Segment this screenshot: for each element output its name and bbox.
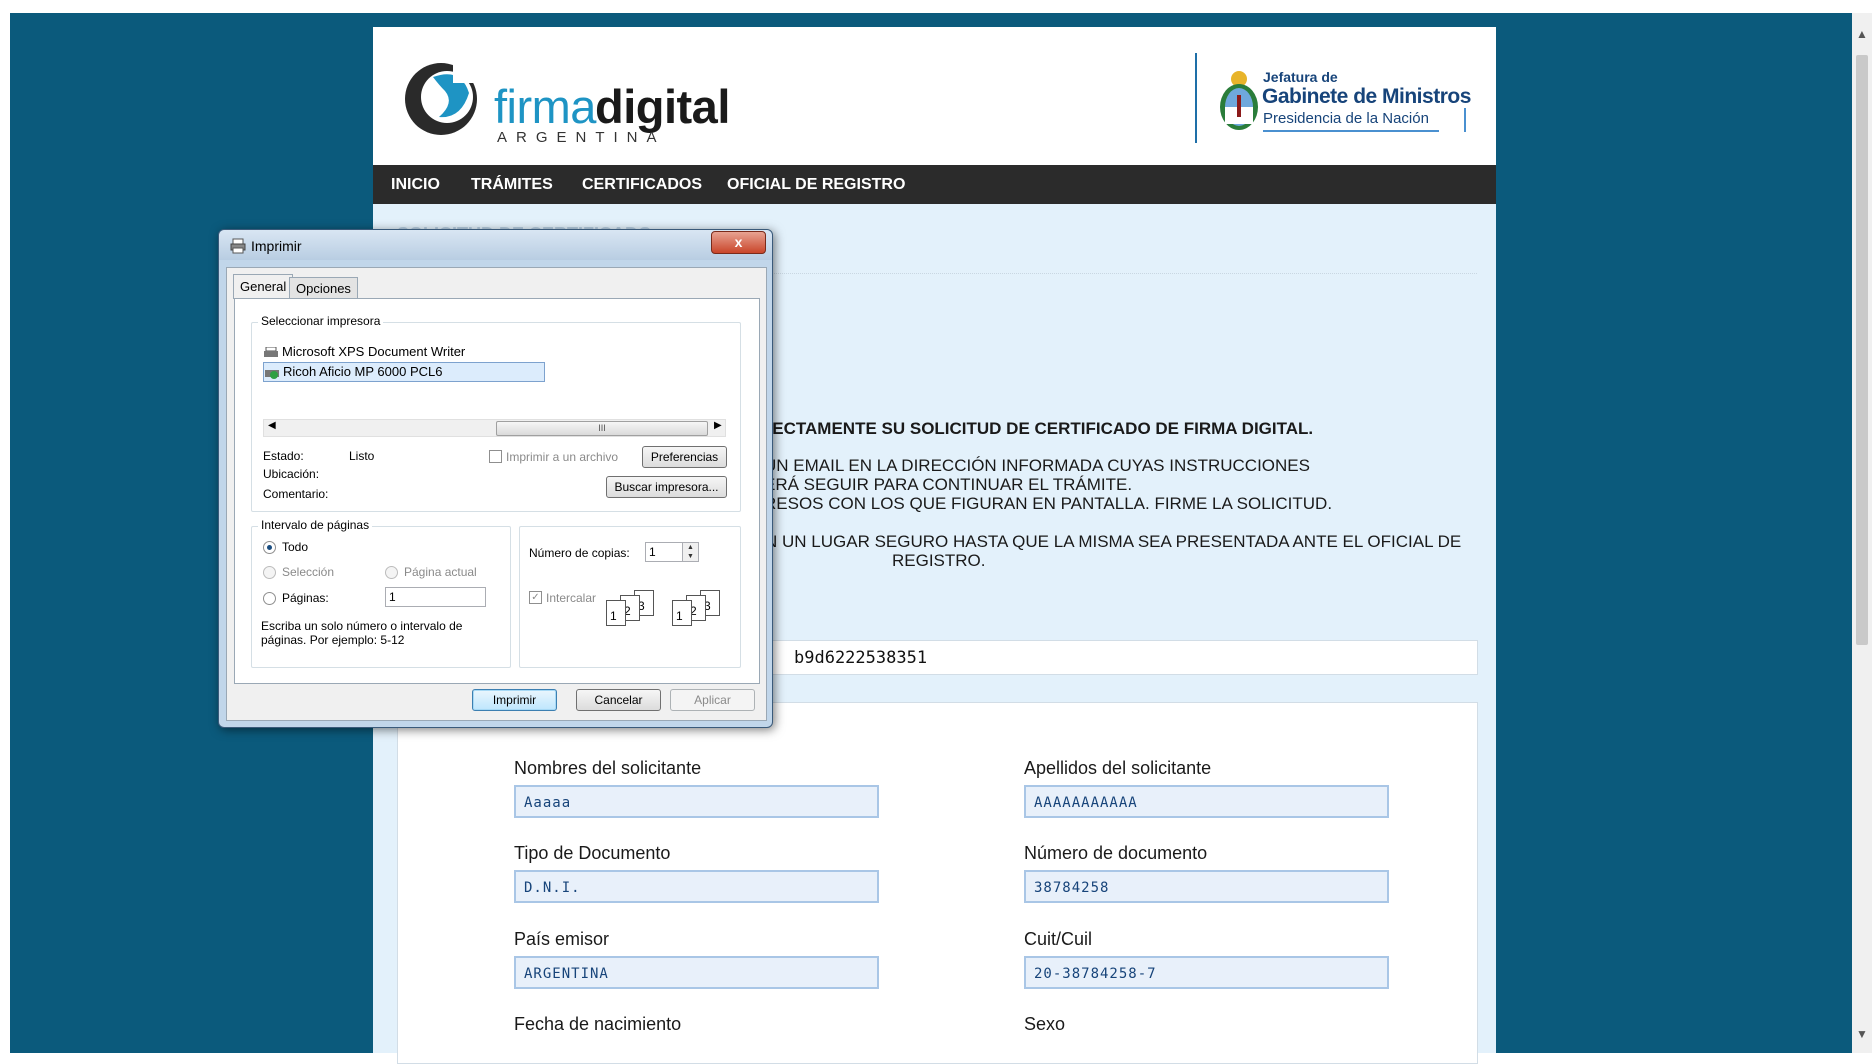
- printer-icon: [230, 238, 246, 254]
- scrollbar-thumb[interactable]: [1856, 55, 1868, 645]
- apellidos-field[interactable]: AAAAAAAAAAA: [1024, 785, 1389, 818]
- status-value: Listo: [349, 449, 375, 463]
- print-to-file-checkbox[interactable]: [489, 450, 502, 463]
- collate-checkbox[interactable]: ✓: [529, 591, 542, 604]
- default-printer-icon: [265, 369, 279, 379]
- logo-text-country: ARGENTINA: [497, 129, 666, 146]
- pages-input[interactable]: 1: [385, 587, 486, 607]
- tipo-documento-label: Tipo de Documento: [514, 843, 671, 863]
- print-button[interactable]: Imprimir: [472, 689, 557, 711]
- copies-spinner[interactable]: ▲ ▼: [682, 542, 699, 562]
- printer-icon: [264, 346, 278, 357]
- instruction-line-4: N UN LUGAR SEGURO HASTA QUE LA MISMA SEA…: [765, 532, 1462, 551]
- range-current-page-radio[interactable]: [385, 566, 398, 579]
- preferences-button[interactable]: Preferencias: [642, 446, 727, 468]
- printer-list-scrollbar[interactable]: ◀ III ▶: [263, 419, 726, 437]
- cuit-cuil-field[interactable]: 20-38784258-7: [1024, 956, 1389, 989]
- cancel-button[interactable]: Cancelar: [576, 689, 661, 711]
- printer-name: Ricoh Aficio MP 6000 PCL6: [283, 364, 443, 379]
- apellidos-label: Apellidos del solicitante: [1024, 758, 1212, 778]
- request-code: b9d6222538351: [794, 648, 928, 668]
- scroll-right-icon[interactable]: ▶: [714, 420, 722, 431]
- scrollbar-thumb[interactable]: III: [496, 421, 708, 436]
- range-hint: Escriba un solo número o intervalo de pá…: [261, 619, 463, 647]
- instruction-line-1: UN EMAIL EN LA DIRECCIÓN INFORMADA CUYAS…: [764, 456, 1310, 475]
- scroll-left-icon[interactable]: ◀: [268, 420, 276, 431]
- scroll-down-arrow-icon[interactable]: ▼: [1852, 1025, 1872, 1043]
- dialog-title: Imprimir: [251, 238, 302, 254]
- nombres-label: Nombres del solicitante: [514, 758, 702, 778]
- page-range-group: Intervalo de páginas Todo Selección Pági…: [251, 518, 511, 668]
- gabinete-line-2: Gabinete de Ministros: [1262, 85, 1471, 108]
- printer-item-ricoh[interactable]: Ricoh Aficio MP 6000 PCL6: [263, 362, 545, 382]
- personal-data-panel: DATOS PERSONALES Nombres del solicitante…: [397, 702, 1478, 1064]
- tab-general[interactable]: General: [233, 274, 294, 299]
- nav-oficial-de-registro[interactable]: OFICIAL DE REGISTRO: [727, 165, 905, 204]
- collate-page: 1: [672, 600, 692, 626]
- browser-scrollbar[interactable]: ▲ ▼: [1852, 13, 1872, 1053]
- numero-documento-field[interactable]: 38784258: [1024, 870, 1389, 903]
- range-all-label: Todo: [282, 540, 309, 554]
- tipo-documento-field[interactable]: D.N.I.: [514, 870, 879, 903]
- logo-text-digital: digital: [595, 80, 730, 133]
- gabinete-underline: [1263, 130, 1439, 132]
- print-to-file-label: Imprimir a un archivo: [506, 450, 619, 464]
- instruction-line-5: REGISTRO.: [892, 551, 986, 570]
- gabinete-underline-tick: [1464, 108, 1466, 132]
- gabinete-line-3: Presidencia de la Nación: [1263, 110, 1429, 127]
- header-divider: [1195, 53, 1197, 143]
- general-tab-panel: Seleccionar impresora Microsoft XPS Docu…: [234, 298, 760, 684]
- cuit-cuil-label: Cuit/Cuil: [1024, 929, 1093, 949]
- collate-page: 1: [606, 600, 626, 626]
- print-dialog: Imprimir x General Opciones Seleccionar …: [218, 229, 773, 728]
- range-all-radio[interactable]: [263, 541, 276, 554]
- nav-inicio[interactable]: INICIO: [391, 165, 440, 204]
- collate-label: Intercalar: [546, 591, 597, 605]
- range-pages-label: Páginas:: [282, 591, 329, 605]
- page-range-label: Intervalo de páginas: [258, 518, 373, 532]
- fecha-nacimiento-label: Fecha de nacimiento: [514, 1014, 682, 1034]
- copies-label: Número de copias:: [529, 546, 630, 560]
- apply-button[interactable]: Aplicar: [670, 689, 755, 711]
- success-message: RECTAMENTE SU SOLICITUD DE CERTIFICADO D…: [760, 419, 1314, 438]
- range-selection-label: Selección: [282, 565, 335, 579]
- logo-text-firma: firma: [494, 80, 596, 133]
- select-printer-group: Seleccionar impresora Microsoft XPS Docu…: [251, 314, 741, 512]
- range-current-page-label: Página actual: [404, 565, 477, 579]
- printer-name: Microsoft XPS Document Writer: [282, 344, 466, 359]
- site-header: firma digital ARGENTINA Jefatura de Gabi…: [373, 27, 1496, 165]
- nombres-field[interactable]: Aaaaa: [514, 785, 879, 818]
- main-nav: INICIO TRÁMITES CERTIFICADOS OFICIAL DE …: [373, 165, 1496, 204]
- copies-input[interactable]: 1: [645, 542, 683, 562]
- dialog-body: General Opciones Seleccionar impresora M…: [226, 267, 767, 721]
- printer-item-xps[interactable]: Microsoft XPS Document Writer: [263, 343, 465, 361]
- pais-emisor-field[interactable]: ARGENTINA: [514, 956, 879, 989]
- find-printer-button[interactable]: Buscar impresora...: [606, 476, 727, 498]
- instruction-line-3: RESOS CON LOS QUE FIGURAN EN PANTALLA. F…: [764, 494, 1333, 513]
- nav-certificados[interactable]: CERTIFICADOS: [582, 165, 702, 204]
- select-printer-label: Seleccionar impresora: [258, 314, 384, 328]
- tab-opciones[interactable]: Opciones: [289, 277, 358, 299]
- location-label: Ubicación:: [263, 467, 320, 481]
- close-button[interactable]: x: [711, 231, 766, 254]
- nav-tramites[interactable]: TRÁMITES: [471, 165, 553, 204]
- range-pages-radio[interactable]: [263, 592, 276, 605]
- argentina-coat-of-arms-icon: [1220, 71, 1258, 130]
- firma-digital-logo-icon: [405, 53, 483, 135]
- status-label: Estado:: [263, 449, 304, 463]
- numero-documento-label: Número de documento: [1024, 843, 1208, 863]
- scroll-up-arrow-icon[interactable]: ▲: [1852, 25, 1872, 43]
- range-selection-radio[interactable]: [263, 566, 276, 579]
- sexo-label: Sexo: [1024, 1014, 1066, 1034]
- gabinete-line-1: Jefatura de: [1263, 69, 1338, 85]
- dialog-titlebar[interactable]: Imprimir x: [219, 230, 772, 260]
- comment-label: Comentario:: [263, 487, 329, 501]
- pais-emisor-label: País emisor: [514, 929, 610, 949]
- instruction-line-2: ERÁ SEGUIR PARA CONTINUAR EL TRÁMITE.: [764, 475, 1133, 494]
- copies-group: Número de copias: 1 ▲ ▼ ✓ Intercalar 3 2 …: [519, 526, 741, 668]
